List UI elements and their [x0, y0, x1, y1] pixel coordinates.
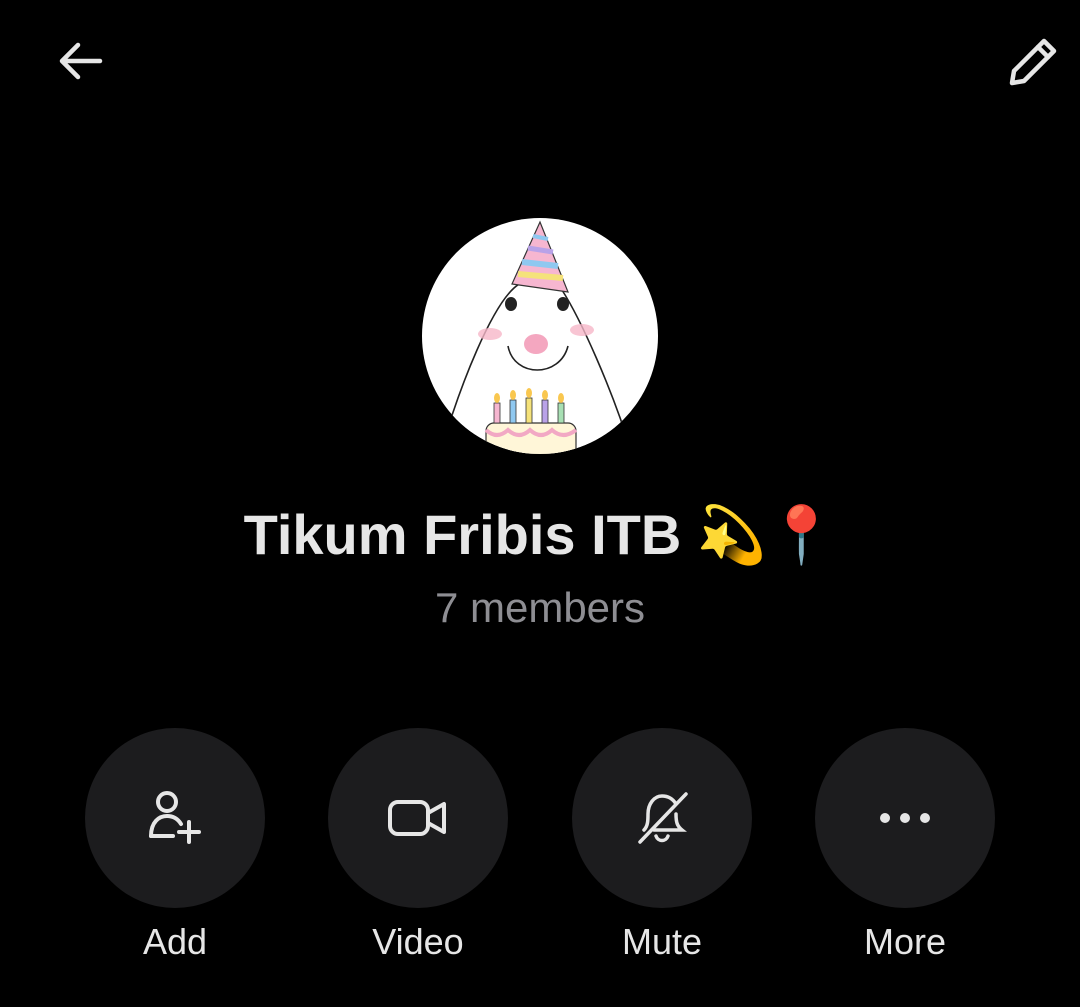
- birthday-ghost-avatar: [439, 220, 633, 454]
- video-button-circle[interactable]: [328, 728, 508, 908]
- add-label: Add: [142, 921, 208, 962]
- video-label: Video: [372, 921, 464, 962]
- more-button[interactable]: More: [815, 728, 995, 968]
- add-button[interactable]: Add: [85, 728, 265, 968]
- more-dots-icon: [880, 813, 930, 823]
- back-button[interactable]: [44, 25, 116, 97]
- edit-button[interactable]: [998, 25, 1070, 97]
- group-name-emoji: 💫📍: [696, 503, 837, 566]
- group-name-row: Tikum Fribis ITB 💫📍: [0, 500, 1080, 570]
- mute-button-circle[interactable]: [572, 728, 752, 908]
- pencil-icon: [1009, 38, 1057, 86]
- video-camera-icon: [388, 800, 446, 836]
- add-user-icon: [149, 791, 201, 844]
- group-name: Tikum Fribis ITB: [243, 503, 682, 566]
- bell-off-icon: [638, 792, 688, 844]
- mute-button[interactable]: Mute: [572, 728, 752, 968]
- member-count[interactable]: 7 members: [0, 582, 1080, 634]
- more-label: More: [863, 921, 947, 962]
- video-button[interactable]: Video: [328, 728, 508, 968]
- arrow-left-icon: [59, 42, 103, 80]
- group-avatar[interactable]: [422, 218, 658, 454]
- mute-label: Mute: [621, 921, 703, 962]
- add-button-circle[interactable]: [85, 728, 265, 908]
- more-button-circle[interactable]: [815, 728, 995, 908]
